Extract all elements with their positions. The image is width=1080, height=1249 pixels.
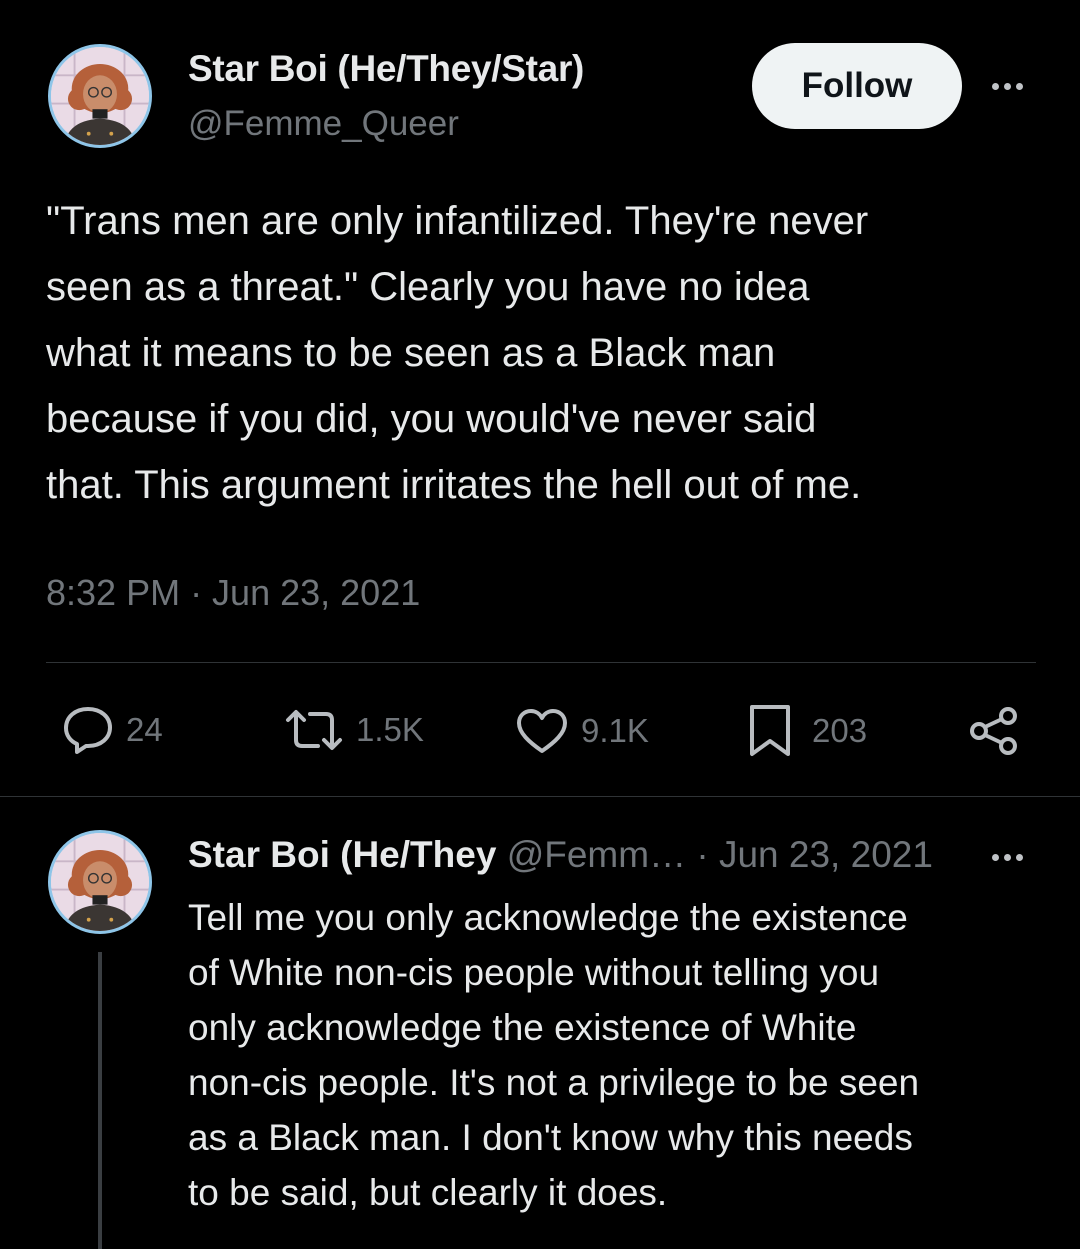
tweet-text-line: because if you did, you would've never s…: [46, 397, 817, 441]
share-icon: [970, 707, 1017, 755]
like-count: 9.1K: [581, 712, 649, 749]
reply-date[interactable]: Jun 23, 2021: [719, 834, 933, 875]
timestamp[interactable]: 8:32 PM · Jun 23, 2021: [46, 572, 420, 614]
reply-button[interactable]: 24: [62, 705, 163, 755]
avatar-illustration: [51, 47, 149, 145]
tweet-text-line: "Trans men are only infantilized. They'r…: [46, 199, 869, 243]
share-button[interactable]: [968, 706, 1020, 756]
reply-text-line: only acknowledge the existence of White: [188, 1007, 857, 1048]
tweet-text-line: what it means to be seen as a Black man: [46, 331, 776, 375]
reply-text: Tell me you only acknowledge the existen…: [188, 890, 1038, 1220]
reply-handle[interactable]: @Femm…: [507, 834, 686, 875]
avatar[interactable]: [48, 44, 152, 148]
reply-header: Star Boi (He/They @Femm… · Jun 23, 2021: [188, 834, 968, 876]
divider: [0, 796, 1080, 797]
reply-avatar[interactable]: [48, 830, 152, 934]
reply-icon: [64, 707, 112, 754]
reply-count: 24: [126, 711, 163, 748]
tweet-text-line: seen as a threat." Clearly you have no i…: [46, 265, 810, 309]
like-button[interactable]: 9.1K: [515, 708, 649, 754]
handle[interactable]: @Femme_Queer: [188, 104, 459, 144]
reply-text-line: to be said, but clearly it does.: [188, 1172, 668, 1213]
reply-text-line: Tell me you only acknowledge the existen…: [188, 897, 908, 938]
more-icon[interactable]: [992, 854, 1023, 861]
display-name[interactable]: Star Boi (He/They/Star): [188, 48, 584, 90]
bookmark-icon: [750, 705, 790, 756]
bookmark-count: 203: [812, 712, 868, 749]
like-icon: [517, 709, 567, 753]
more-icon[interactable]: [992, 83, 1023, 90]
separator-dot: ·: [696, 834, 709, 875]
divider: [46, 662, 1036, 663]
retweet-button[interactable]: 1.5K: [284, 708, 424, 752]
tweet-text: "Trans men are only infantilized. They'r…: [46, 188, 1046, 518]
reply-text-line: non-cis people. It's not a privilege to …: [188, 1062, 920, 1103]
tweet-text-line: that. This argument irritates the hell o…: [46, 463, 862, 507]
retweet-icon: [286, 710, 342, 750]
reply-text-line: as a Black man. I don't know why this ne…: [188, 1117, 913, 1158]
reply-text-line: of White non-cis people without telling …: [188, 952, 880, 993]
follow-button[interactable]: Follow: [752, 43, 962, 129]
reply-display-name[interactable]: Star Boi (He/They: [188, 834, 496, 875]
thread-line: [98, 952, 102, 1249]
retweet-count: 1.5K: [356, 711, 424, 748]
bookmark-button[interactable]: 203: [748, 704, 867, 758]
avatar-illustration: [51, 833, 149, 931]
